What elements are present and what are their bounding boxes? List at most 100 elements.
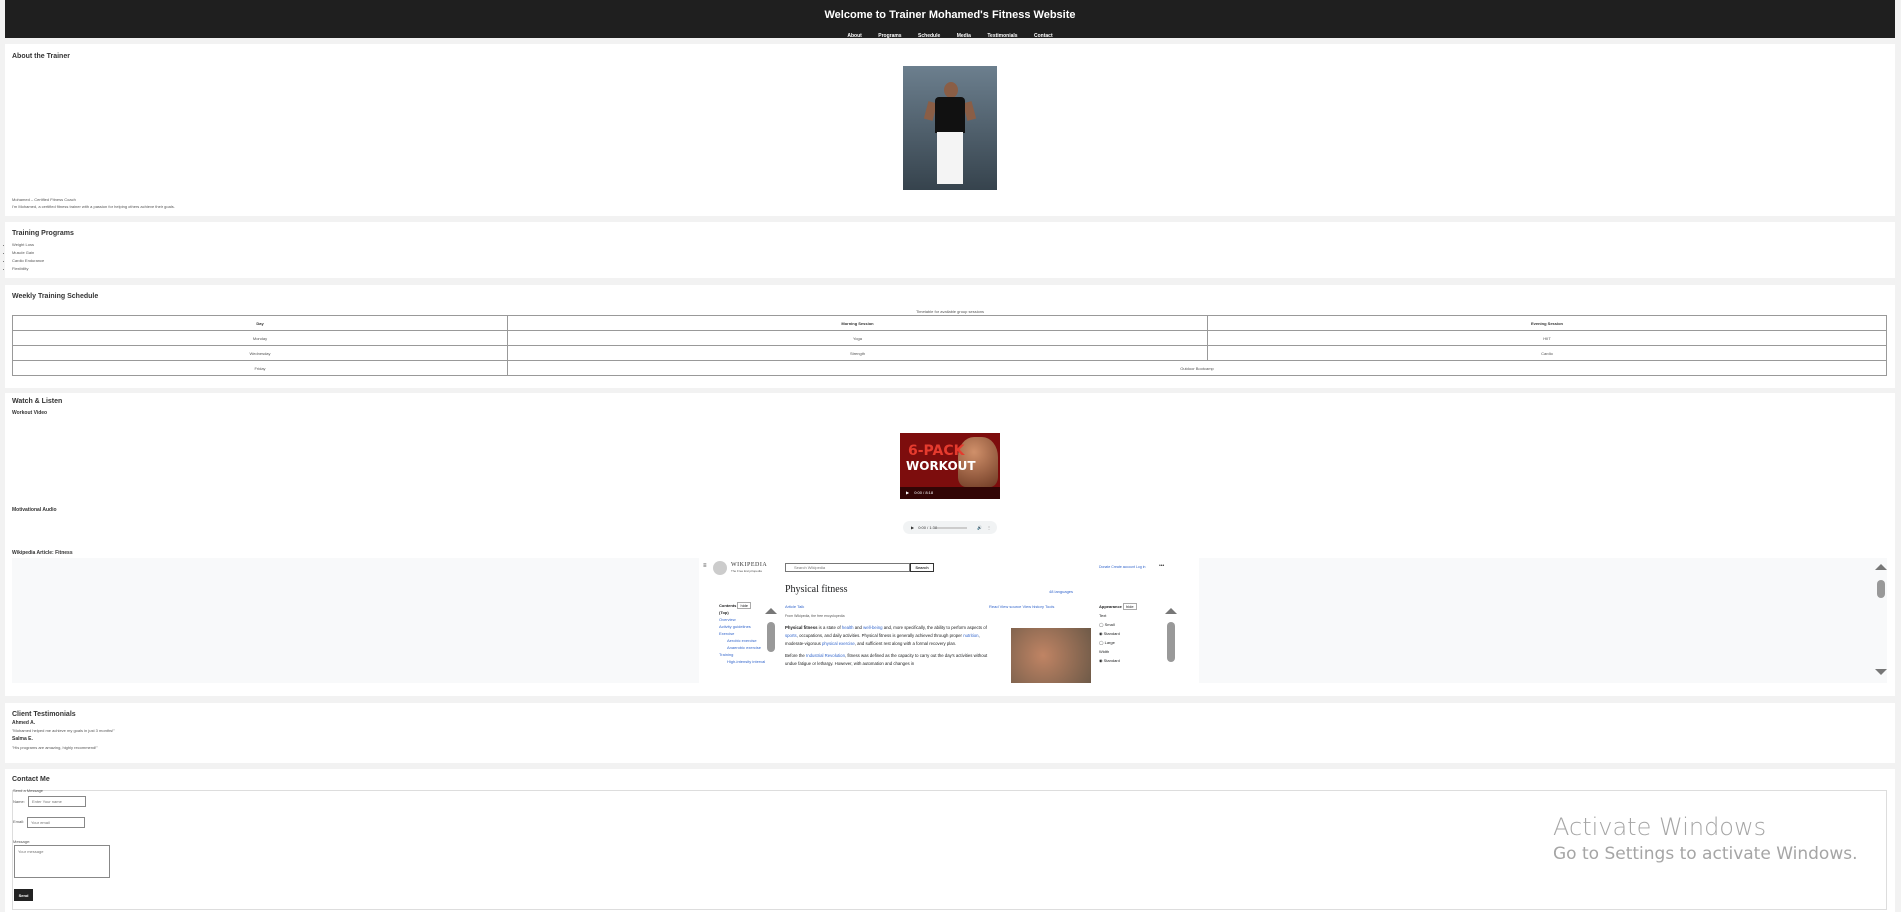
wiki-link[interactable]: sports [785, 633, 797, 638]
audio-player[interactable]: ▶ 0:00 / 1:38 🔊 ⋮ [903, 521, 997, 534]
more-icon[interactable]: ••• [1159, 563, 1164, 569]
trainer-photo [903, 66, 997, 190]
sidebar-item[interactable]: Overview [719, 616, 765, 623]
nav-contact[interactable]: Contact [1034, 33, 1053, 39]
photo-caption: Mohamed – Certified Fitness Coach [12, 197, 76, 202]
email-input[interactable] [27, 817, 85, 828]
sidebar-title: Contents [719, 603, 737, 608]
wiki-article-body: Physical fitness is a state of health an… [785, 624, 997, 668]
radio-option[interactable]: ◉ Standard [1099, 656, 1137, 665]
testimonial-quote: "Mohamed helped me achieve my goals in j… [12, 728, 115, 733]
table-header-row: Day Morning Session Evening Session [12, 315, 1887, 331]
wiki-appearance-panel: Appearance hide Text ◯ Small ◉ Standard … [1099, 602, 1137, 665]
send-button[interactable]: Send [14, 889, 33, 901]
wiki-search-input[interactable]: Search Wikipedia [785, 563, 910, 572]
width-label: Width [1099, 649, 1110, 654]
wiki-link[interactable]: Industrial Revolution [806, 653, 845, 658]
sidebar-scrollbar-thumb[interactable] [767, 622, 775, 652]
table-cell: Outdoor Bootcamp [507, 360, 1887, 376]
text-size-label: Text [1099, 613, 1107, 618]
sidebar-item[interactable]: Training [719, 651, 765, 658]
language-selector[interactable]: 48 languages [1049, 589, 1073, 594]
testimonials-section: Client Testimonials Ahmed A. "Mohamed he… [5, 703, 1895, 763]
article-tabs[interactable]: Article Talk [785, 604, 804, 609]
column-header: Evening Session [1207, 315, 1887, 331]
table-cell: Wednesday [12, 345, 508, 361]
sidebar-item[interactable]: (Top) [719, 609, 765, 616]
wiki-link[interactable]: well-being [863, 625, 882, 630]
wiki-scrollbar-thumb[interactable] [1167, 622, 1175, 662]
play-icon[interactable]: ▶ [906, 490, 909, 495]
sidebar-item[interactable]: Exercise [719, 630, 765, 637]
table-caption: Timetable for available group sessions [915, 309, 985, 314]
workout-video[interactable]: 6-PACK WORKOUT ▶ 0:00 / 8:18 [900, 433, 1000, 499]
main-nav: About Programs Schedule Media Testimonia… [5, 24, 1895, 42]
name-input[interactable] [28, 796, 86, 807]
list-item: Weight Loss [12, 241, 44, 249]
sidebar-item[interactable]: Aerobic exercise [719, 637, 765, 644]
sidebar-scroll-up-icon[interactable] [765, 608, 777, 614]
wiki-label: Wikipedia Article: Fitness [12, 550, 73, 556]
nav-about[interactable]: About [847, 33, 861, 39]
nav-programs[interactable]: Programs [878, 33, 901, 39]
video-thumb-text: 6-PACK [908, 443, 965, 459]
radio-option[interactable]: ◉ Standard [1099, 629, 1137, 638]
frame-scroll-up-icon[interactable] [1875, 564, 1887, 570]
menu-icon[interactable]: ≡ [703, 563, 707, 569]
message-textarea[interactable] [14, 845, 110, 878]
appearance-hide-button[interactable]: hide [1123, 603, 1137, 610]
bold-term: Physical fitness [785, 625, 818, 630]
video-label: Workout Video [12, 410, 48, 416]
wiki-scroll-up-icon[interactable] [1165, 608, 1177, 614]
wiki-article-title: Physical fitness [785, 584, 848, 595]
wiki-contents-sidebar: Contents hide (Top) Overview Activity gu… [719, 602, 765, 665]
watermark-line: Go to Settings to activate Windows. [1553, 844, 1858, 864]
text: , occupations, and daily activities. Phy… [796, 633, 964, 638]
video-controls[interactable]: ▶ 0:00 / 8:18 [900, 487, 1000, 499]
table-cell: HIIT [1207, 330, 1887, 346]
frame-scrollbar-thumb[interactable] [1877, 580, 1885, 598]
wiki-top-links[interactable]: Donate Create account Log in [1099, 565, 1146, 569]
table-cell: Yoga [507, 330, 1208, 346]
radio-option[interactable]: ◯ Small [1099, 620, 1137, 629]
appearance-title: Appearance [1099, 604, 1122, 609]
site-title: Welcome to Trainer Mohamed's Fitness Web… [824, 9, 1076, 21]
more-options-icon[interactable]: ⋮ [987, 521, 991, 534]
sidebar-item[interactable]: High-intensity interval [719, 658, 765, 665]
view-tabs[interactable]: Read View source View history Tools [989, 604, 1054, 609]
nav-media[interactable]: Media [957, 33, 971, 39]
sidebar-hide-button[interactable]: hide [737, 602, 752, 609]
wiki-link[interactable]: health [842, 625, 854, 630]
table-cell: Cardio [1207, 345, 1887, 361]
volume-icon[interactable]: 🔊 [977, 521, 982, 534]
table-row: Wednesday Strength Cardio [12, 345, 1887, 361]
sidebar-item[interactable]: Activity guidelines [719, 623, 765, 630]
sidebar-item[interactable]: Anaerobic exercise [719, 644, 765, 651]
play-icon[interactable]: ▶ [911, 525, 914, 530]
schedule-heading: Weekly Training Schedule [12, 293, 99, 300]
text: and [853, 625, 864, 630]
programs-section: Training Programs Weight Loss Muscle Gai… [5, 222, 1895, 278]
radio-option[interactable]: ◯ Large [1099, 638, 1137, 647]
table-row: Monday Yoga HIIT [12, 330, 1887, 346]
text: , and sufficient rest along with a forma… [854, 641, 957, 646]
testimonial-author: Ahmed A. [12, 720, 36, 726]
nav-testimonials[interactable]: Testimonials [987, 33, 1017, 39]
programs-heading: Training Programs [12, 230, 74, 237]
frame-scroll-down-icon[interactable] [1875, 669, 1887, 675]
table-cell: Friday [12, 360, 508, 376]
audio-progress-track[interactable] [937, 527, 967, 529]
nav-schedule[interactable]: Schedule [918, 33, 940, 39]
testimonial-quote: "His programs are amazing, highly recomm… [12, 745, 98, 750]
wikipedia-logo-icon[interactable] [713, 561, 727, 575]
contact-heading: Contact Me [12, 776, 50, 783]
wiki-article-image[interactable] [1011, 628, 1091, 683]
form-legend: Send a Message [13, 788, 44, 793]
list-item: Flexibility [12, 265, 44, 273]
wiki-search-button[interactable]: Search [910, 563, 934, 572]
wiki-link[interactable]: nutrition [963, 633, 978, 638]
wiki-link[interactable]: physical exercise [822, 641, 855, 646]
list-item: Cardio Endurance [12, 257, 44, 265]
wikipedia-iframe[interactable]: ≡ WIKIPEDIA The Free Encyclopedia Search… [12, 558, 1887, 683]
table-row: Friday Outdoor Bootcamp [12, 360, 1887, 376]
